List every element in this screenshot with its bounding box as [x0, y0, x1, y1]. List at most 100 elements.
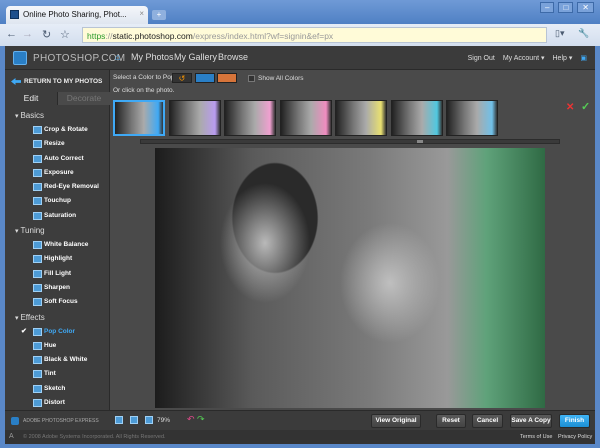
- section-tuning[interactable]: Tuning: [5, 223, 110, 238]
- window-controls: – □ ✕: [540, 2, 594, 13]
- home-icon[interactable]: ⌂: [115, 52, 120, 62]
- help-menu[interactable]: Help ▾: [553, 54, 573, 62]
- redo-icon[interactable]: ↷: [197, 414, 205, 425]
- tool-icon: [33, 384, 42, 393]
- tool-red-eye-removal[interactable]: Red-Eye Removal: [5, 180, 110, 194]
- nav-my-photos[interactable]: My Photos: [131, 52, 174, 62]
- zoom-in-icon[interactable]: [145, 416, 153, 424]
- footer: A © 2008 Adobe Systems Incorporated. All…: [5, 430, 595, 444]
- tool-pop-color[interactable]: ✔ Pop Color: [5, 325, 110, 339]
- logo-text: PHOTOSHOP.COM: [33, 52, 126, 64]
- reset-button[interactable]: Reset: [436, 414, 466, 428]
- tool-touchup[interactable]: Touchup: [5, 194, 110, 208]
- favicon-icon: [10, 10, 19, 19]
- effect-thumbnail[interactable]: [113, 100, 165, 136]
- sidebar: RETURN TO MY PHOTOS EditDecorate BasicsC…: [5, 70, 110, 410]
- tool-icon: [33, 211, 42, 220]
- tool-black-white[interactable]: Black & White: [5, 353, 110, 367]
- finish-button[interactable]: Finish: [559, 414, 590, 428]
- show-all-colors-checkbox[interactable]: Show All Colors: [248, 75, 304, 82]
- zoom-level: 79%: [157, 417, 171, 424]
- cancel-button[interactable]: Cancel: [472, 414, 503, 428]
- effect-thumbnail[interactable]: [224, 100, 276, 136]
- tab-edit[interactable]: Edit: [5, 92, 57, 105]
- photo-canvas[interactable]: [155, 148, 545, 408]
- star-icon[interactable]: ☆: [60, 28, 70, 41]
- back-arrow-icon: [11, 78, 21, 85]
- cancel-effect-icon[interactable]: ✕: [566, 102, 574, 113]
- section-effects[interactable]: Effects: [5, 310, 110, 325]
- tool-white-balance[interactable]: White Balance: [5, 238, 110, 252]
- tool-tint[interactable]: Tint: [5, 367, 110, 381]
- my-account-menu[interactable]: My Account ▾: [503, 54, 545, 62]
- tool-resize[interactable]: Resize: [5, 137, 110, 151]
- tool-icon: [33, 168, 42, 177]
- tool-soft-focus[interactable]: Soft Focus: [5, 295, 110, 309]
- back-icon[interactable]: ←: [6, 28, 17, 40]
- click-hint: Or click on the photo.: [113, 87, 175, 94]
- new-tab-button[interactable]: +: [152, 10, 166, 20]
- close-window-button[interactable]: ✕: [577, 2, 594, 13]
- reload-icon[interactable]: ↻: [42, 28, 51, 41]
- color-swatch-orange[interactable]: [217, 73, 237, 83]
- view-original-button[interactable]: View Original: [371, 414, 421, 428]
- nav-my-gallery[interactable]: My Gallery: [174, 52, 217, 62]
- effect-thumbnail[interactable]: [279, 100, 332, 136]
- tool-icon: [33, 298, 42, 307]
- logo[interactable]: PHOTOSHOP.COM: [13, 51, 125, 65]
- fit-icon[interactable]: [130, 416, 138, 424]
- tool-distort[interactable]: Distort: [5, 396, 110, 410]
- tool-hue[interactable]: Hue: [5, 339, 110, 353]
- app-header: PHOTOSHOP.COM ⌂ My Photos My Gallery Bro…: [5, 46, 595, 70]
- tool-sharpen[interactable]: Sharpen: [5, 281, 110, 295]
- terms-link[interactable]: Terms of Use: [520, 434, 552, 440]
- address-bar[interactable]: https://static.photoshop.com/express/ind…: [82, 27, 547, 43]
- close-tab-icon[interactable]: ×: [139, 9, 144, 18]
- product-label: ADOBE PHOTOSHOP EXPRESS: [11, 417, 99, 425]
- tool-icon: [33, 356, 42, 365]
- tool-saturation[interactable]: Saturation: [5, 209, 110, 223]
- eyedropper-swatch[interactable]: ↺: [172, 73, 192, 83]
- sign-out-link[interactable]: Sign Out: [468, 55, 495, 62]
- undo-icon[interactable]: ↶: [187, 414, 195, 425]
- tool-auto-correct[interactable]: Auto Correct: [5, 152, 110, 166]
- tool-crop-rotate[interactable]: Crop & Rotate: [5, 123, 110, 137]
- privacy-link[interactable]: Privacy Policy: [558, 434, 592, 440]
- tool-icon: [33, 370, 42, 379]
- fullscreen-icon[interactable]: ▣: [580, 54, 587, 62]
- nav-browse[interactable]: Browse: [218, 52, 248, 62]
- effect-thumbnail[interactable]: [390, 100, 443, 136]
- browser-tab[interactable]: Online Photo Sharing, Phot... ×: [6, 6, 148, 24]
- return-to-my-photos[interactable]: RETURN TO MY PHOTOS: [11, 78, 102, 85]
- tab-decorate[interactable]: Decorate: [57, 92, 110, 105]
- tool-fill-light[interactable]: Fill Light: [5, 267, 110, 281]
- thumbnail-scrollbar[interactable]: [140, 139, 560, 144]
- tool-icon: [33, 269, 42, 278]
- tool-icon: [33, 126, 42, 134]
- maximize-button[interactable]: □: [558, 2, 574, 13]
- tool-sketch[interactable]: Sketch: [5, 382, 110, 396]
- tool-icon: [33, 183, 42, 192]
- page-menu-icon[interactable]: ▯▾: [555, 28, 564, 39]
- section-basics[interactable]: Basics: [5, 108, 110, 123]
- bottom-bar: ADOBE PHOTOSHOP EXPRESS 79% ↶ ↷ View Ori…: [5, 410, 595, 430]
- tool-exposure[interactable]: Exposure: [5, 166, 110, 180]
- wrench-icon[interactable]: 🔧: [578, 28, 589, 39]
- minimize-button[interactable]: –: [540, 2, 555, 13]
- zoom-out-icon[interactable]: [115, 416, 123, 424]
- color-swatch-blue[interactable]: [195, 73, 215, 83]
- tool-highlight[interactable]: Highlight: [5, 252, 110, 266]
- effect-thumbnail[interactable]: [168, 100, 221, 136]
- save-a-copy-button[interactable]: Save A Copy: [510, 414, 552, 428]
- apply-effect-icon[interactable]: ✓: [581, 100, 590, 113]
- effect-thumbnail[interactable]: [335, 100, 387, 136]
- forward-icon[interactable]: →: [22, 28, 33, 40]
- tab-title: Online Photo Sharing, Phot...: [23, 10, 127, 19]
- tool-icon: [33, 197, 42, 206]
- tool-icon: [33, 399, 42, 408]
- copyright: © 2008 Adobe Systems Incorporated. All R…: [23, 434, 166, 440]
- tool-list: BasicsCrop & RotateResizeAuto CorrectExp…: [5, 108, 110, 410]
- tool-icon: [33, 154, 42, 163]
- effect-thumbnail[interactable]: [446, 100, 498, 136]
- express-logo-icon: [11, 417, 19, 425]
